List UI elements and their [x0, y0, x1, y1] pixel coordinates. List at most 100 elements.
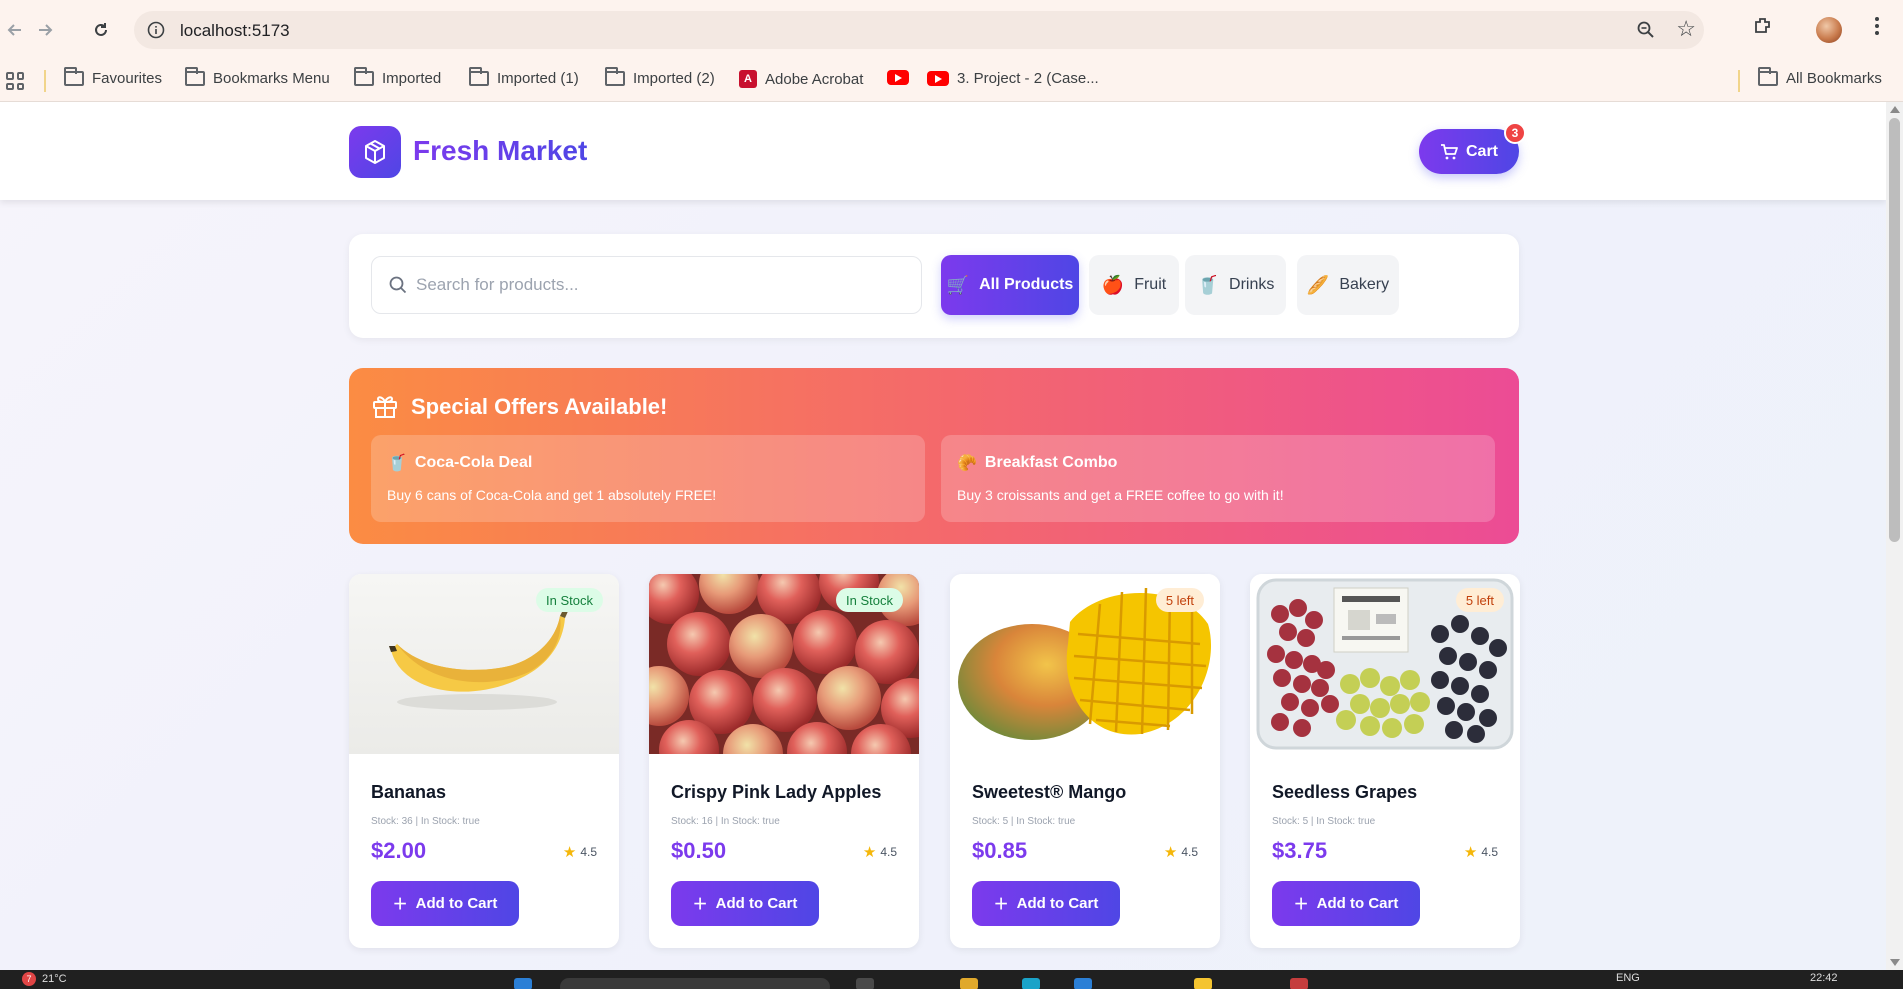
- croissant-icon: 🥐: [957, 455, 977, 472]
- logo[interactable]: [349, 126, 401, 178]
- app-icon[interactable]: [1194, 978, 1212, 989]
- product-price: $0.50: [671, 838, 727, 863]
- weather-widget[interactable]: 7 21°C: [22, 972, 67, 986]
- offers-title: Special Offers Available!: [411, 394, 668, 419]
- edge-icon[interactable]: [1022, 978, 1040, 989]
- brand-name[interactable]: Fresh Market: [413, 135, 587, 167]
- product-name[interactable]: Crispy Pink Lady Apples: [671, 782, 881, 803]
- category-fruit[interactable]: 🍎 Fruit: [1089, 255, 1179, 315]
- offer-description: Buy 3 croissants and get a FREE coffee t…: [957, 487, 1284, 503]
- drink-icon: 🥤: [1196, 274, 1220, 295]
- search-filter-panel: 🛒 All Products 🍎 Fruit 🥤 Drinks 🥖 Bakery: [349, 234, 1519, 338]
- bookmark-bookmarks-menu[interactable]: Bookmarks Menu: [185, 67, 330, 87]
- site-info-icon[interactable]: [146, 20, 166, 40]
- folder-icon: [64, 67, 84, 86]
- product-image[interactable]: In Stock: [649, 574, 919, 754]
- store-icon[interactable]: [1074, 978, 1092, 989]
- rating-value: 4.5: [1181, 845, 1198, 859]
- product-image[interactable]: In Stock: [349, 574, 619, 754]
- product-name[interactable]: Bananas: [371, 782, 446, 803]
- temperature: 21°C: [42, 973, 67, 985]
- add-to-cart-button[interactable]: ＋ Add to Cart: [1272, 881, 1420, 926]
- windows-start-icon[interactable]: [514, 978, 532, 989]
- bookmark-imported-2[interactable]: Imported (2): [605, 67, 715, 87]
- bookmark-label: 3. Project - 2 (Case...: [957, 70, 1099, 87]
- product-name[interactable]: Seedless Grapes: [1272, 782, 1417, 803]
- cart-icon: [1440, 143, 1458, 159]
- product-image[interactable]: 5 left: [1250, 574, 1520, 754]
- add-to-cart-label: Add to Cart: [1016, 895, 1099, 912]
- bread-icon: 🥖: [1306, 274, 1330, 295]
- bookmark-imported-1[interactable]: Imported (1): [469, 67, 579, 87]
- back-button[interactable]: [0, 15, 30, 45]
- product-price: $2.00: [371, 838, 427, 863]
- plus-icon: ＋: [692, 896, 708, 913]
- search-input[interactable]: [416, 257, 916, 313]
- menu-kebab-icon[interactable]: [1874, 15, 1880, 43]
- stock-info: Stock: 36 | In Stock: true: [371, 816, 480, 827]
- language-indicator[interactable]: ENG: [1616, 972, 1640, 984]
- profile-avatar[interactable]: [1816, 17, 1842, 43]
- bookmark-label: Imported (2): [633, 70, 715, 87]
- stock-badge: In Stock: [536, 588, 603, 612]
- page-scrollbar[interactable]: [1886, 102, 1903, 970]
- product-image[interactable]: 5 left: [950, 574, 1220, 754]
- bookmark-star-icon[interactable]: ☆: [1676, 16, 1696, 42]
- reload-icon: [95, 23, 107, 36]
- os-taskbar: 7 21°C ENG 22:42: [0, 970, 1903, 989]
- bookmarks-bar: Favourites Bookmarks Menu Imported Impor…: [0, 60, 1903, 102]
- forward-button[interactable]: [30, 15, 60, 45]
- category-label: Bakery: [1339, 276, 1390, 293]
- scroll-down-arrow-icon[interactable]: [1890, 959, 1900, 966]
- folder-icon: [605, 67, 625, 86]
- weather-badge: 7: [22, 972, 36, 986]
- back-arrow-icon: [7, 24, 21, 36]
- bookmark-imported[interactable]: Imported: [354, 67, 441, 87]
- zoom-icon[interactable]: [1636, 20, 1656, 40]
- stock-info: Stock: 5 | In Stock: true: [972, 816, 1076, 827]
- bookmark-project-2[interactable]: 3. Project - 2 (Case...: [927, 70, 1099, 87]
- extensions-icon[interactable]: [1752, 15, 1774, 43]
- address-bar[interactable]: localhost:5173 ☆: [134, 11, 1704, 49]
- reload-button[interactable]: [86, 15, 116, 45]
- add-to-cart-button[interactable]: ＋ Add to Cart: [371, 881, 519, 926]
- add-to-cart-button[interactable]: ＋ Add to Cart: [972, 881, 1120, 926]
- forward-arrow-icon: [39, 24, 53, 36]
- category-drinks[interactable]: 🥤 Drinks: [1185, 255, 1286, 315]
- category-all-products[interactable]: 🛒 All Products: [941, 255, 1079, 315]
- plus-icon: ＋: [1293, 896, 1309, 913]
- product-name[interactable]: Sweetest® Mango: [972, 782, 1126, 803]
- scrollbar-thumb[interactable]: [1889, 118, 1900, 542]
- folder-icon: [1758, 67, 1778, 86]
- acrobat-icon: A: [739, 70, 757, 88]
- browser-toolbar: localhost:5173 ☆: [0, 0, 1903, 60]
- chrome-icon[interactable]: [1290, 978, 1308, 989]
- cart-label: Cart: [1465, 142, 1498, 160]
- clock[interactable]: 22:42: [1810, 972, 1838, 984]
- bookmark-label: Adobe Acrobat: [765, 70, 864, 88]
- taskbar-search[interactable]: [560, 978, 830, 989]
- url-text[interactable]: localhost:5173: [180, 21, 290, 41]
- bookmark-favourites[interactable]: Favourites: [64, 67, 162, 87]
- bookmark-youtube[interactable]: [887, 70, 909, 85]
- bookmark-label: All Bookmarks: [1786, 70, 1882, 87]
- stock-info: Stock: 5 | In Stock: true: [1272, 816, 1376, 827]
- add-to-cart-label: Add to Cart: [1316, 895, 1399, 912]
- product-card: In Stock Crispy Pink Lady Apples Stock: …: [649, 574, 919, 948]
- stock-badge: In Stock: [836, 588, 903, 612]
- search-box[interactable]: [371, 256, 922, 314]
- all-bookmarks[interactable]: All Bookmarks: [1758, 67, 1882, 87]
- product-rating: ★ 4.5: [863, 843, 897, 861]
- star-icon: ★: [1463, 844, 1478, 861]
- add-to-cart-button[interactable]: ＋ Add to Cart: [671, 881, 819, 926]
- scroll-up-arrow-icon[interactable]: [1890, 106, 1900, 113]
- task-view-icon[interactable]: [856, 978, 874, 989]
- file-explorer-icon[interactable]: [960, 978, 978, 989]
- category-bakery[interactable]: 🥖 Bakery: [1297, 255, 1399, 315]
- gift-icon: [373, 396, 397, 418]
- drink-icon: 🥤: [387, 455, 407, 472]
- bookmark-adobe-acrobat[interactable]: A Adobe Acrobat: [739, 70, 863, 88]
- product-rating: ★ 4.5: [1464, 843, 1498, 861]
- offer-card: 🥐 Breakfast Combo Buy 3 croissants and ge…: [941, 435, 1495, 522]
- apps-grid-icon[interactable]: [6, 72, 24, 90]
